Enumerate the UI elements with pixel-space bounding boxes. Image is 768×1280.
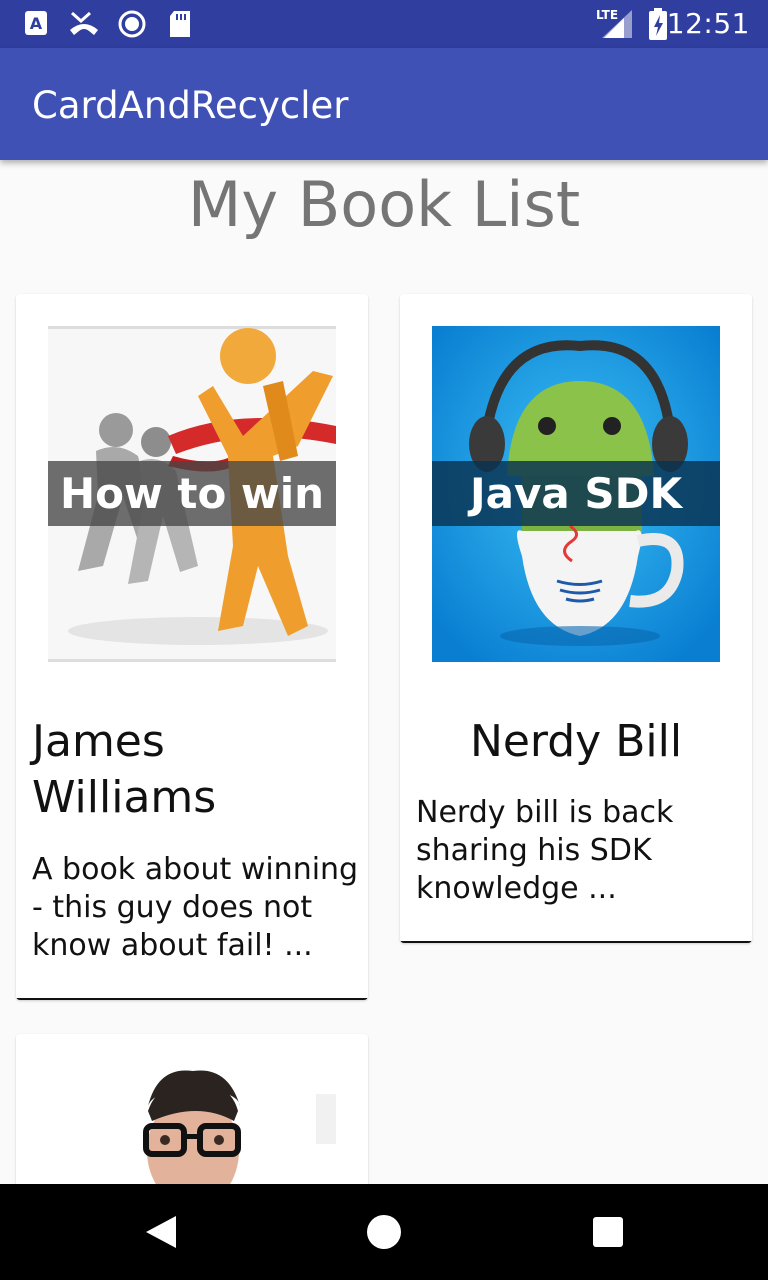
book-card-1[interactable]: How to win James Williams A book about w…: [16, 294, 368, 1000]
book-author: Nerdy Bill: [469, 716, 683, 767]
book-description: Nerdy bill is back sharing his SDK knowl…: [416, 795, 674, 906]
back-icon[interactable]: [144, 1214, 178, 1250]
page-title: My Book List: [187, 168, 581, 241]
book-author: James Williams: [32, 716, 217, 823]
cover-title-label: How to win: [48, 461, 336, 526]
missed-call-icon: [70, 11, 98, 35]
svg-text:A: A: [30, 14, 43, 33]
book-cover-image: Java SDK: [432, 326, 720, 662]
recents-icon[interactable]: [592, 1216, 624, 1248]
signal-icon: [602, 10, 632, 38]
battery-charging-icon: [649, 8, 667, 40]
card-divider: [16, 998, 368, 1000]
book-cover-image: How to win: [48, 326, 336, 662]
app-bar: CardAndRecycler: [0, 48, 768, 160]
app-title: CardAndRecycler: [32, 84, 349, 127]
home-icon[interactable]: [366, 1214, 402, 1250]
book-card-2[interactable]: Java SDK Nerdy Bill Nerdy bill is back s…: [400, 294, 752, 943]
clock: 12:51: [666, 7, 750, 40]
navigation-bar: [0, 1184, 768, 1280]
radio-app-icon: [118, 10, 146, 38]
sd-card-icon: [170, 11, 190, 37]
book-description: A book about winning - this guy does not…: [32, 852, 359, 963]
card-divider: [400, 941, 752, 943]
status-bar: A LTE 12:51: [0, 0, 768, 48]
cover-title-label: Java SDK: [432, 461, 720, 526]
font-app-icon: A: [25, 11, 47, 35]
